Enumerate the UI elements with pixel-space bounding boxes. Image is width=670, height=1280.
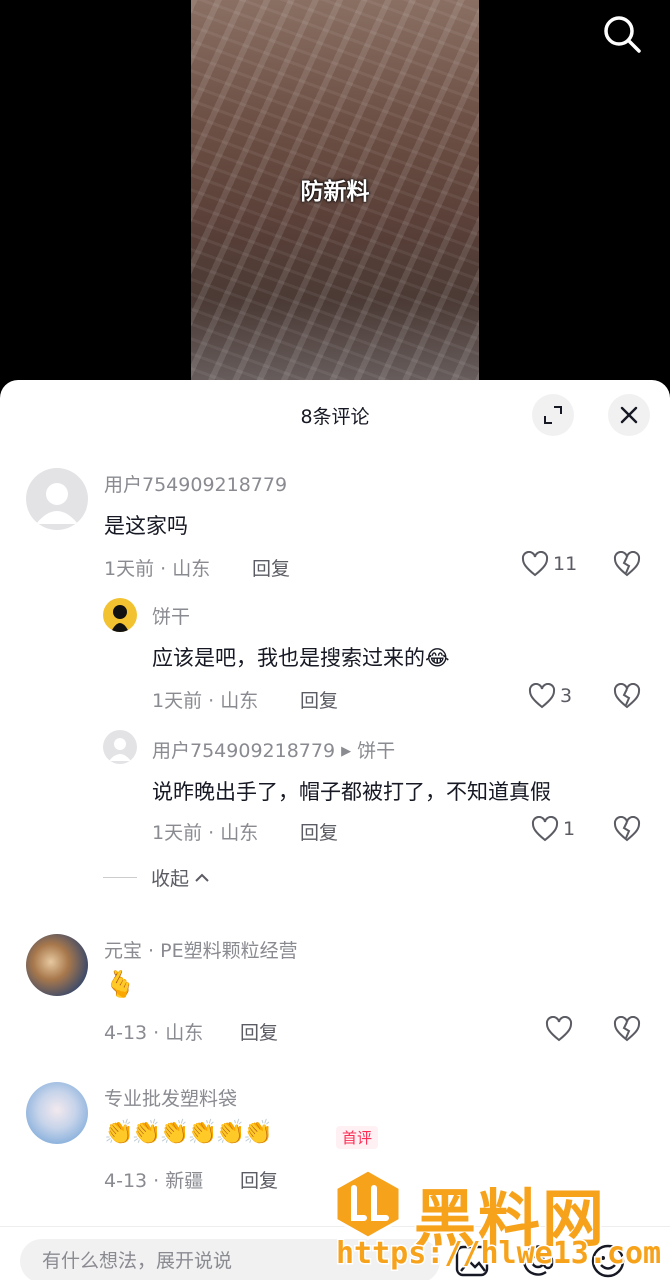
play-arrow-icon: ▶ bbox=[341, 744, 352, 759]
close-icon bbox=[620, 406, 638, 424]
like-button[interactable] bbox=[545, 1016, 573, 1042]
broken-heart-icon bbox=[613, 1015, 641, 1042]
avatar[interactable] bbox=[103, 598, 137, 632]
avatar[interactable] bbox=[26, 1082, 88, 1144]
reply-text: 说昨晚出手了，帽子都被打了，不知道真假 bbox=[152, 780, 551, 804]
watermark-url: https://hlwe13.com bbox=[334, 1235, 662, 1273]
broken-heart-icon bbox=[613, 815, 641, 842]
close-button[interactable] bbox=[608, 394, 650, 436]
emoji: 😂 bbox=[425, 646, 450, 670]
collapse-label: 收起 bbox=[151, 868, 190, 890]
comment-sheet: 8条评论 用户754909218779 是这家吗 1天前 · 山东 回复 11 bbox=[0, 380, 670, 1280]
reply-meta: 1天前 · 山东 bbox=[152, 822, 259, 844]
reply-author[interactable]: 用户754909218779 bbox=[152, 740, 335, 762]
broken-heart-icon bbox=[613, 682, 641, 709]
heart-icon bbox=[528, 683, 556, 709]
heart-icon bbox=[531, 816, 559, 842]
dislike-button[interactable] bbox=[613, 550, 641, 581]
first-comment-badge: 首评 bbox=[336, 1126, 379, 1149]
dislike-button[interactable] bbox=[613, 815, 641, 846]
heart-icon bbox=[545, 1016, 573, 1042]
comment-meta: 4-13 · 新疆 bbox=[104, 1170, 204, 1192]
watermark: 黑料网 https://hlwe13.com bbox=[330, 1162, 670, 1280]
reply-username[interactable]: 饼干 bbox=[152, 602, 190, 629]
heart-icon bbox=[521, 551, 549, 577]
reply-button[interactable]: 回复 bbox=[240, 1018, 278, 1045]
avatar[interactable] bbox=[26, 468, 88, 530]
divider bbox=[103, 877, 137, 878]
silhouette-avatar-icon bbox=[111, 605, 129, 632]
reply-button[interactable]: 回复 bbox=[300, 686, 338, 713]
comment-meta: 1天前 · 山东 bbox=[104, 558, 211, 580]
comment-username[interactable]: 专业批发塑料袋 bbox=[104, 1084, 237, 1111]
reply-meta: 1天前 · 山东 bbox=[152, 690, 259, 712]
comment-text: 🫰 bbox=[104, 970, 137, 1000]
broken-heart-icon bbox=[613, 550, 641, 577]
watermark-logo-icon bbox=[334, 1168, 402, 1240]
comment-meta: 4-13 · 山东 bbox=[104, 1022, 204, 1044]
like-button[interactable]: 1 bbox=[531, 816, 575, 842]
chevron-up-icon bbox=[195, 873, 209, 882]
collapse-replies-button[interactable]: 收起 bbox=[103, 864, 211, 891]
search-icon[interactable] bbox=[600, 12, 644, 56]
default-avatar-icon bbox=[109, 738, 131, 761]
dislike-button[interactable] bbox=[613, 1015, 641, 1046]
like-button[interactable]: 3 bbox=[528, 683, 572, 709]
like-count: 3 bbox=[560, 685, 573, 707]
like-count: 11 bbox=[553, 553, 578, 575]
comment-username[interactable]: 用户754909218779 bbox=[104, 470, 287, 497]
reply-button[interactable]: 回复 bbox=[300, 818, 338, 845]
reply-username: 用户754909218779 ▶ 饼干 bbox=[152, 736, 395, 763]
comment-text: 是这家吗 bbox=[104, 514, 188, 538]
reply-button[interactable]: 回复 bbox=[240, 1166, 278, 1193]
reply-target[interactable]: 饼干 bbox=[357, 740, 395, 762]
default-avatar-icon bbox=[36, 483, 78, 524]
comment-username[interactable]: 元宝 · PE塑料颗粒经营 bbox=[104, 936, 298, 963]
avatar[interactable] bbox=[103, 730, 137, 764]
like-count: 1 bbox=[563, 818, 576, 840]
expand-icon bbox=[544, 406, 562, 424]
like-button[interactable]: 11 bbox=[521, 551, 577, 577]
expand-button[interactable] bbox=[532, 394, 574, 436]
reply-button[interactable]: 回复 bbox=[252, 554, 290, 581]
comment-text: 👏👏👏👏👏👏 bbox=[104, 1118, 273, 1146]
avatar[interactable] bbox=[26, 934, 88, 996]
video-player[interactable]: 防新料 bbox=[191, 0, 479, 400]
reply-text: 应该是吧，我也是搜索过来的😂 bbox=[152, 646, 450, 670]
dislike-button[interactable] bbox=[613, 682, 641, 713]
video-caption: 防新料 bbox=[300, 179, 370, 205]
